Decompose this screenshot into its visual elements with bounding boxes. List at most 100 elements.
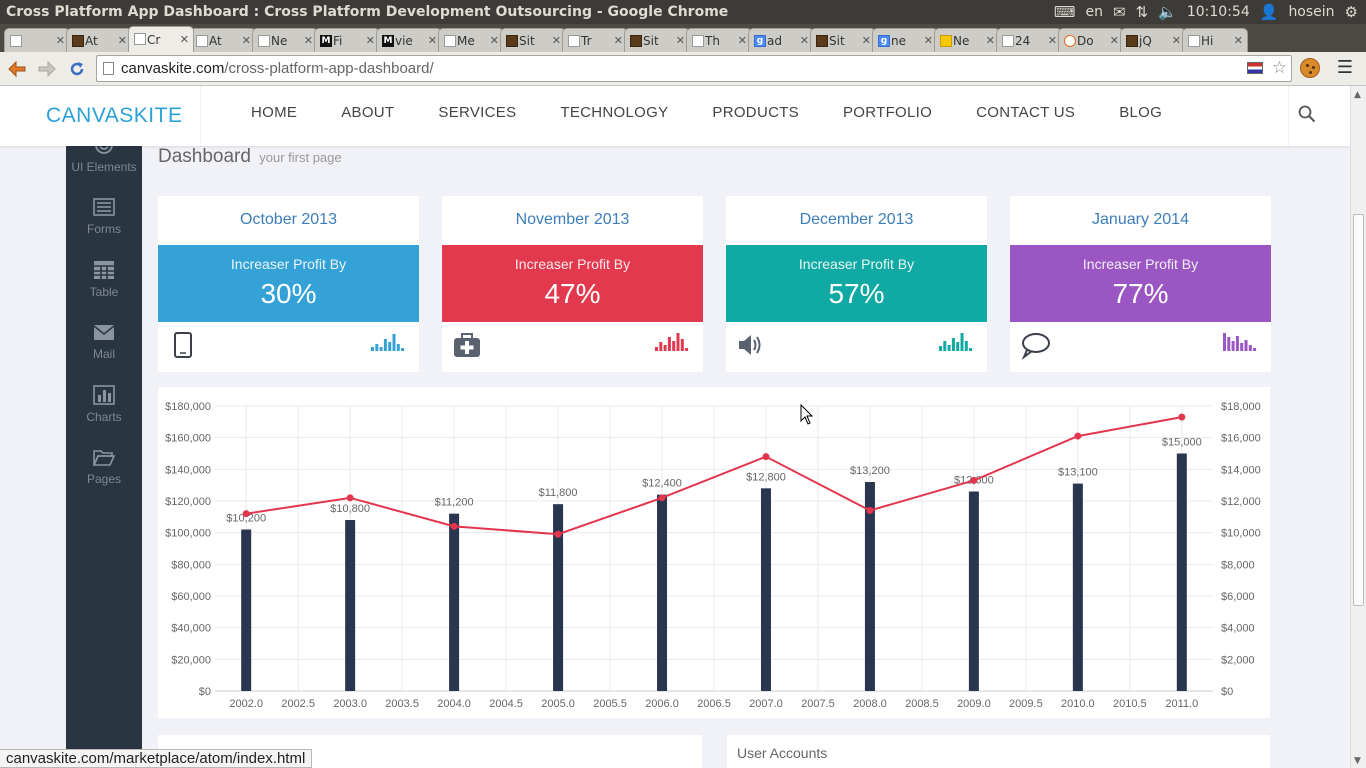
bookmark-star-icon[interactable]: ☆ bbox=[1272, 58, 1287, 78]
tab-close-icon[interactable]: ✕ bbox=[1234, 34, 1243, 47]
browser-tab[interactable]: Mvie ✕ bbox=[376, 28, 442, 52]
x-axis-tick-label: 2007.0 bbox=[749, 698, 783, 710]
left-axis-tick-label: $160,000 bbox=[165, 433, 211, 445]
tab-close-icon[interactable]: ✕ bbox=[614, 34, 623, 47]
volume-icon[interactable]: 🔈 bbox=[1158, 3, 1177, 21]
stat-card-value: 77% bbox=[1112, 278, 1169, 309]
system-tray: ⌨ en ✉ ⇅ 🔈 10:10:54 👤 hosein ⚙ bbox=[1054, 0, 1366, 24]
tab-close-icon[interactable]: ✕ bbox=[490, 34, 499, 47]
gear-icon[interactable]: ⚙ bbox=[1345, 3, 1358, 21]
x-axis-tick-label: 2002.5 bbox=[281, 698, 315, 710]
back-button[interactable] bbox=[4, 56, 30, 82]
browser-tab[interactable]: 24 ✕ bbox=[996, 28, 1062, 52]
keyboard-icon[interactable]: ⌨ bbox=[1054, 3, 1076, 21]
browser-tab[interactable]: Sit ✕ bbox=[810, 28, 876, 52]
tab-close-icon[interactable]: ✕ bbox=[738, 34, 747, 47]
network-icon[interactable]: ⇅ bbox=[1136, 3, 1149, 21]
tab-close-icon[interactable]: ✕ bbox=[56, 34, 65, 47]
tab-close-icon[interactable]: ✕ bbox=[1048, 34, 1057, 47]
stat-card-caption: Increaser Profit By bbox=[514, 256, 631, 272]
tab-close-icon[interactable]: ✕ bbox=[118, 34, 127, 47]
tab-label: Fi bbox=[333, 33, 343, 48]
browser-tab[interactable]: ✕ bbox=[4, 28, 70, 52]
favicon-icon bbox=[630, 35, 642, 47]
sidebar-item-pages[interactable]: Pages bbox=[66, 438, 142, 500]
tab-active[interactable]: Cr ✕ bbox=[128, 26, 194, 52]
status-bar-url: canvaskite.com/marketplace/atom/index.ht… bbox=[0, 749, 313, 768]
tab-close-icon[interactable]: ✕ bbox=[304, 34, 313, 47]
x-axis-tick-label: 2003.0 bbox=[333, 698, 367, 710]
nav-link-products[interactable]: PRODUCTS bbox=[712, 104, 799, 121]
tab-close-icon[interactable]: ✕ bbox=[1110, 34, 1119, 47]
tab-close-icon[interactable]: ✕ bbox=[428, 34, 437, 47]
reload-icon bbox=[70, 61, 84, 75]
forward-button[interactable] bbox=[34, 56, 60, 82]
nav-link-services[interactable]: SERVICES bbox=[438, 104, 516, 121]
browser-tab[interactable]: Do ✕ bbox=[1058, 28, 1124, 52]
nav-link-about[interactable]: ABOUT bbox=[341, 104, 394, 121]
browser-tab[interactable]: Sit ✕ bbox=[500, 28, 566, 52]
browser-tab[interactable]: Me ✕ bbox=[438, 28, 504, 52]
tab-close-icon[interactable]: ✕ bbox=[676, 34, 685, 47]
tab-close-icon[interactable]: ✕ bbox=[242, 34, 251, 47]
sidebar-item-table[interactable]: Table bbox=[66, 251, 142, 313]
chrome-menu-icon[interactable]: ☰ bbox=[1334, 58, 1356, 78]
sidebar-item-mail[interactable]: Mail bbox=[66, 313, 142, 375]
favicon-icon: g bbox=[878, 35, 890, 47]
reload-button[interactable] bbox=[64, 56, 90, 82]
clock[interactable]: 10:10:54 bbox=[1187, 4, 1250, 20]
keyboard-layout[interactable]: en bbox=[1086, 4, 1104, 20]
cookie-extension-icon[interactable] bbox=[1300, 58, 1320, 78]
scrollbar-thumb[interactable] bbox=[1353, 214, 1364, 606]
browser-tab[interactable]: Ne ✕ bbox=[934, 28, 1000, 52]
tab-close-icon[interactable]: ✕ bbox=[986, 34, 995, 47]
x-axis-tick-label: 2005.5 bbox=[593, 698, 627, 710]
sidebar-item-charts[interactable]: Charts bbox=[66, 376, 142, 438]
tab-close-icon[interactable]: ✕ bbox=[180, 33, 189, 46]
search-icon[interactable] bbox=[1298, 105, 1316, 123]
browser-tab[interactable]: At ✕ bbox=[190, 28, 256, 52]
browser-tab[interactable]: At ✕ bbox=[66, 28, 132, 52]
mail-icon[interactable]: ✉ bbox=[1113, 3, 1126, 21]
browser-tab[interactable]: M Fi ✕ bbox=[314, 28, 380, 52]
nav-link-blog[interactable]: BLOG bbox=[1119, 104, 1162, 121]
sidebar-item-label: UI Elements bbox=[71, 160, 137, 174]
browser-tab[interactable]: Tr ✕ bbox=[562, 28, 628, 52]
scroll-up-icon[interactable]: ▲ bbox=[1354, 90, 1361, 100]
address-bar[interactable]: canvaskite.com/cross-platform-app-dashbo… bbox=[96, 55, 1292, 82]
tab-close-icon[interactable]: ✕ bbox=[1172, 34, 1181, 47]
browser-tab[interactable]: Th ✕ bbox=[686, 28, 752, 52]
user-name[interactable]: hosein bbox=[1288, 4, 1334, 20]
stat-card-value: 57% bbox=[828, 278, 885, 309]
tab-label: Ne bbox=[953, 33, 970, 48]
browser-tab[interactable]: Sit ✕ bbox=[624, 28, 690, 52]
bar-data-label: $12,800 bbox=[746, 471, 786, 483]
right-axis-tick-label: $0 bbox=[1221, 686, 1233, 698]
browser-tab[interactable]: g ne ✕ bbox=[872, 28, 938, 52]
browser-tab[interactable]: Ne ✕ bbox=[252, 28, 318, 52]
page-scrollbar[interactable]: ▲ ▼ bbox=[1350, 86, 1366, 768]
tab-close-icon[interactable]: ✕ bbox=[924, 34, 933, 47]
sidebar-item-forms[interactable]: Forms bbox=[66, 188, 142, 250]
chart-bar bbox=[1176, 453, 1187, 691]
tab-close-icon[interactable]: ✕ bbox=[366, 34, 375, 47]
scroll-down-icon[interactable]: ▼ bbox=[1354, 756, 1361, 766]
nav-link-contact-us[interactable]: CONTACT US bbox=[976, 104, 1075, 121]
nav-link-portfolio[interactable]: PORTFOLIO bbox=[843, 104, 932, 121]
nav-link-home[interactable]: HOME bbox=[251, 104, 297, 121]
nav-link-technology[interactable]: TECHNOLOGY bbox=[560, 104, 668, 121]
chart-line-point bbox=[346, 494, 354, 502]
chart-line-point bbox=[866, 507, 874, 514]
browser-tab[interactable]: Hi ✕ bbox=[1182, 28, 1248, 52]
browser-tab[interactable]: jQ ✕ bbox=[1120, 28, 1186, 52]
page-title: Dashboard your first page bbox=[158, 146, 342, 168]
brand-logo[interactable]: CANVASKITE bbox=[46, 104, 182, 128]
tab-close-icon[interactable]: ✕ bbox=[552, 34, 561, 47]
right-axis-tick-label: $6,000 bbox=[1221, 591, 1255, 603]
browser-tab[interactable]: g ad ✕ bbox=[748, 28, 814, 52]
tab-close-icon[interactable]: ✕ bbox=[800, 34, 809, 47]
bar-data-label: $15,000 bbox=[1162, 437, 1202, 449]
left-axis-tick-label: $40,000 bbox=[171, 623, 211, 635]
translate-flag-icon[interactable] bbox=[1247, 62, 1263, 74]
tab-close-icon[interactable]: ✕ bbox=[862, 34, 871, 47]
